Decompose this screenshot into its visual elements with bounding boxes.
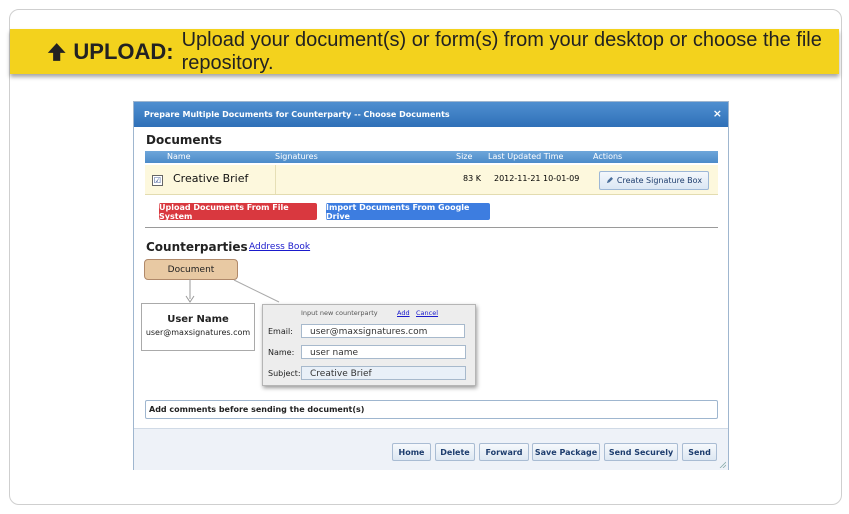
name-field[interactable]: user name <box>301 345 466 359</box>
add-link[interactable]: Add <box>397 309 410 317</box>
dialog-footer: Home Delete Forward Save Package Send Se… <box>134 428 728 470</box>
subject-field[interactable]: Creative Brief <box>301 366 466 380</box>
send-button[interactable]: Send <box>682 443 717 461</box>
upload-banner: UPLOAD: Upload your document(s) or form(… <box>10 29 839 74</box>
resize-handle-icon[interactable] <box>719 461 726 468</box>
subject-label: Subject: <box>268 369 301 378</box>
comments-field[interactable]: Add comments before sending the document… <box>145 400 718 419</box>
home-button[interactable]: Home <box>392 443 431 461</box>
name-label: Name: <box>268 348 295 357</box>
banner-text: Upload your document(s) or form(s) from … <box>181 28 822 74</box>
email-label: Email: <box>268 327 293 336</box>
cancel-link[interactable]: Cancel <box>416 309 438 317</box>
user-name: User Name <box>167 314 229 325</box>
delete-button[interactable]: Delete <box>435 443 475 461</box>
forward-button[interactable]: Forward <box>479 443 529 461</box>
user-email: user@maxsignatures.com <box>145 328 251 337</box>
new-counterparty-popup: Input new counterparty Add Cancel Email:… <box>262 304 476 386</box>
counterparty-user-box[interactable]: User Name user@maxsignatures.com <box>141 303 255 351</box>
banner-strong: UPLOAD: <box>73 38 174 64</box>
save-package-button[interactable]: Save Package <box>532 443 600 461</box>
popup-header: Input new counterparty <box>301 309 378 317</box>
prepare-documents-dialog: Prepare Multiple Documents for Counterpa… <box>133 101 729 470</box>
upload-arrow-icon <box>47 42 66 61</box>
email-field[interactable]: user@maxsignatures.com <box>301 324 465 338</box>
send-securely-button[interactable]: Send Securely <box>604 443 678 461</box>
